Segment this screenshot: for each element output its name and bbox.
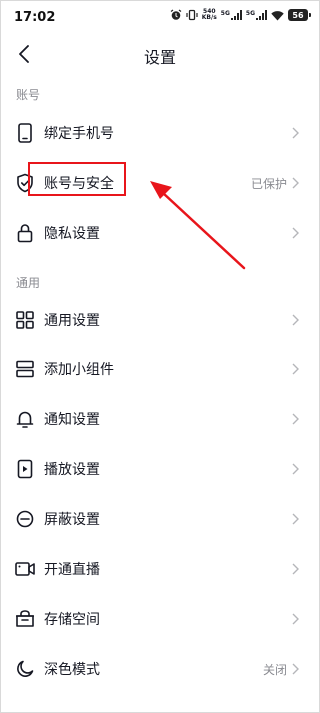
annotation-arrow-icon [150,181,246,270]
